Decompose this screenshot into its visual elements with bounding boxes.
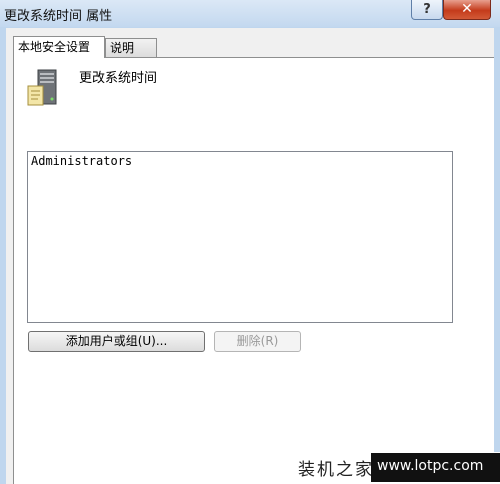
watermark: 装机之家 www.lotpc.com [290, 452, 500, 484]
tab-panel: 更改系统时间 Administrators 添加用户或组(U)... 删除(R) [13, 57, 494, 484]
watermark-url-box: www.lotpc.com [371, 453, 500, 482]
policy-name: 更改系统时间 [79, 71, 158, 86]
server-policy-icon [27, 69, 57, 106]
add-user-or-group-button[interactable]: 添加用户或组(U)... [28, 331, 205, 352]
dialog-client-area: 本地安全设置 说明 更改系统时间 Administrators 添加用户或组(U… [6, 28, 494, 484]
window-title: 更改系统时间 属性 [4, 9, 113, 24]
remove-button: 删除(R) [214, 331, 301, 352]
properties-window: 更改系统时间 属性 ? ✕ 本地安全设置 说明 更改系统时间 Administr… [0, 0, 500, 484]
close-button[interactable]: ✕ [443, 0, 491, 20]
list-item[interactable]: Administrators [31, 154, 449, 169]
close-icon: ✕ [461, 1, 473, 17]
tab-local-security-setting[interactable]: 本地安全设置 [13, 36, 105, 58]
title-bar[interactable]: 更改系统时间 属性 ? ✕ [0, 0, 500, 27]
watermark-brand: 装机之家 [298, 460, 374, 480]
tab-explain[interactable]: 说明 [105, 38, 157, 57]
watermark-url: www.lotpc.com [377, 458, 484, 474]
principal-list[interactable]: Administrators [27, 151, 453, 323]
help-button[interactable]: ? [411, 0, 443, 20]
